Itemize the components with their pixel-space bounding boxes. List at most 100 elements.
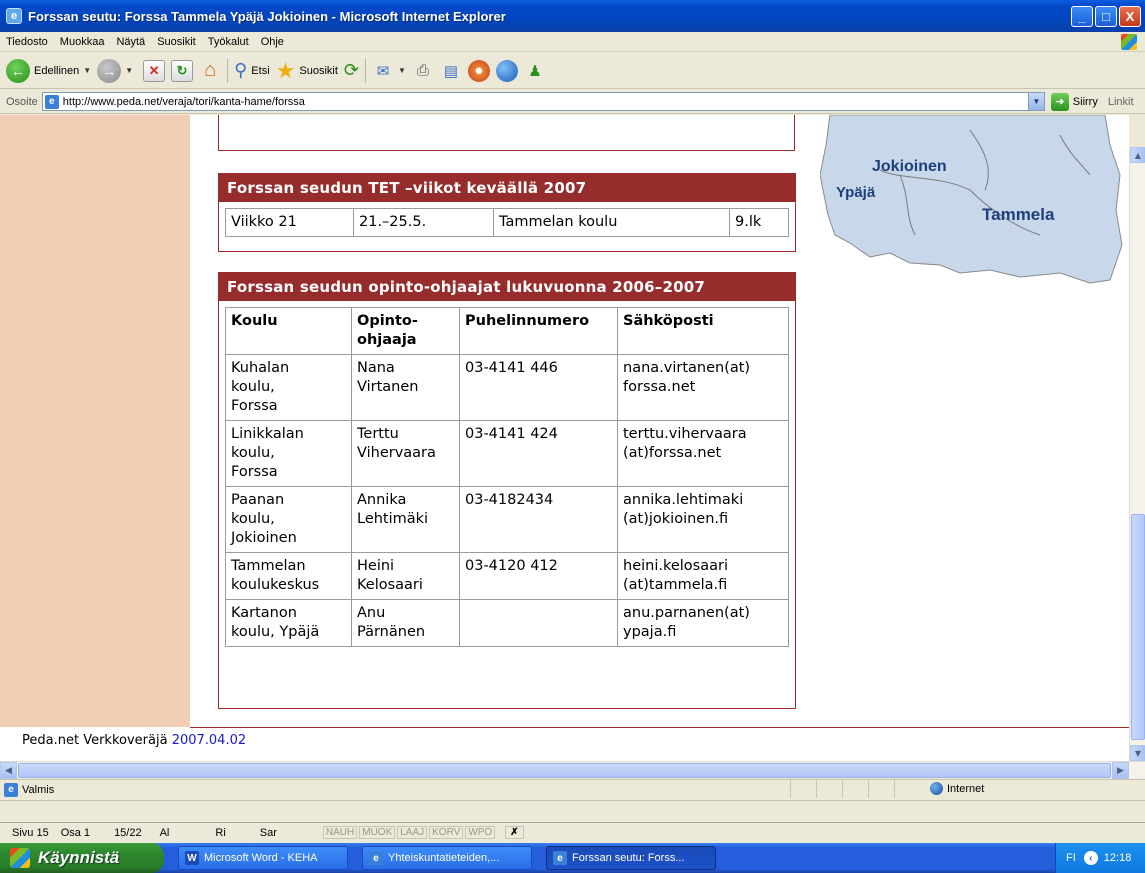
mode-rec[interactable]: NAUH bbox=[322, 826, 358, 839]
home-button[interactable]: ⌂ bbox=[199, 59, 221, 82]
mail-button[interactable]: ✉ ▼ bbox=[372, 60, 406, 82]
taskbar-item-ie[interactable]: e Yhteiskuntatieteiden,... bbox=[362, 846, 532, 870]
table-row: Kartanon koulu, Ypäjä Anu Pärnänen anu.p… bbox=[225, 599, 789, 647]
links-button[interactable]: Linkit bbox=[1108, 96, 1134, 108]
spelling-icon[interactable]: ✗ bbox=[505, 826, 524, 839]
region-map: Jokioinen Ypäjä Tammela bbox=[820, 115, 1123, 284]
map-label-ypaja: Ypäjä bbox=[836, 184, 876, 201]
mode-trk[interactable]: MUOK bbox=[359, 826, 396, 839]
table-row: Tammelan koulukeskus Heini Kelosaari 03-… bbox=[225, 552, 789, 600]
chevron-down-icon[interactable]: ▼ bbox=[398, 66, 406, 75]
favorites-label: Suosikit bbox=[299, 64, 338, 77]
footer-date-link[interactable]: 2007.04.02 bbox=[172, 733, 246, 748]
vertical-scrollbar[interactable]: ▲ ▼ bbox=[1129, 147, 1145, 761]
table-cell: Tammelan koulukeskus bbox=[225, 552, 352, 600]
chevron-down-icon[interactable]: ▼ bbox=[83, 66, 91, 75]
scroll-right-icon[interactable]: ▶ bbox=[1112, 762, 1129, 779]
stop-icon: ✕ bbox=[143, 59, 166, 82]
chevron-left-icon[interactable]: ‹ bbox=[1083, 851, 1098, 865]
word-icon: W bbox=[185, 851, 199, 865]
maximize-button[interactable]: □ bbox=[1095, 5, 1117, 27]
print-button[interactable]: ⎙ bbox=[412, 60, 434, 82]
history-button[interactable]: ⟳ bbox=[344, 60, 359, 81]
menu-help[interactable]: Ohje bbox=[255, 36, 290, 48]
menu-tools[interactable]: Työkalut bbox=[202, 36, 255, 48]
tet-box: Forssan seudun TET –viikot keväällä 2007… bbox=[218, 173, 796, 252]
mode-ovr[interactable]: KORV bbox=[429, 826, 464, 839]
page-icon: e bbox=[4, 782, 18, 797]
scroll-left-icon[interactable]: ◀ bbox=[0, 762, 17, 779]
mode-wpo[interactable]: WPO bbox=[465, 826, 496, 839]
table-cell: Nana Virtanen bbox=[351, 354, 460, 421]
stop-button[interactable]: ✕ bbox=[143, 59, 166, 82]
back-label: Edellinen bbox=[34, 64, 80, 77]
table-cell: annika.lehtimaki (at)jokioinen.fi bbox=[617, 486, 789, 553]
people-icon: ♟ bbox=[528, 62, 542, 80]
word-at: Al bbox=[159, 826, 170, 839]
go-button[interactable]: ➜ Siirry bbox=[1050, 92, 1098, 111]
counselor-box: Forssan seudun opinto-ohjaajat lukuvuonn… bbox=[218, 272, 796, 709]
table-header-row: Koulu Opinto- ohjaaja Puhelinnumero Sähk… bbox=[225, 307, 789, 355]
back-button[interactable]: ← Edellinen ▼ bbox=[6, 58, 91, 83]
home-icon: ⌂ bbox=[204, 59, 217, 81]
scroll-down-icon[interactable]: ▼ bbox=[1130, 745, 1145, 761]
word-section: Osa 1 bbox=[60, 826, 91, 839]
back-icon: ← bbox=[6, 58, 30, 83]
close-button[interactable]: X bbox=[1119, 5, 1141, 27]
refresh-button[interactable]: ↻ bbox=[171, 59, 194, 82]
title-bar[interactable]: e Forssan seutu: Forssa Tammela Ypäjä Jo… bbox=[0, 0, 1145, 32]
chevron-down-icon[interactable]: ▼ bbox=[125, 66, 133, 75]
menu-favorites[interactable]: Suosikit bbox=[151, 36, 202, 48]
left-sidebar bbox=[0, 115, 190, 727]
table-cell: 03-4141 424 bbox=[459, 420, 618, 487]
column-header: Koulu bbox=[225, 307, 352, 355]
favorites-icon: ★ bbox=[275, 57, 296, 83]
map-label-tammela: Tammela bbox=[982, 205, 1055, 224]
refresh-icon: ↻ bbox=[171, 59, 194, 82]
taskbar: Käynnistä W Microsoft Word - KEHA e Yhte… bbox=[0, 843, 1145, 873]
scroll-thumb[interactable] bbox=[1131, 514, 1145, 740]
table-cell: 9.lk bbox=[729, 208, 789, 237]
counselor-table: Koulu Opinto- ohjaaja Puhelinnumero Sähk… bbox=[225, 307, 789, 647]
divider bbox=[794, 115, 795, 151]
toolbar-divider bbox=[227, 58, 229, 83]
footer-divider bbox=[190, 727, 1129, 728]
messenger-button[interactable]: ● bbox=[467, 59, 490, 82]
divider bbox=[218, 115, 219, 151]
chevron-down-icon[interactable]: ▼ bbox=[1027, 93, 1044, 110]
table-cell: 03-4182434 bbox=[459, 486, 618, 553]
menu-view[interactable]: Näytä bbox=[110, 36, 151, 48]
people-button[interactable]: ♟ bbox=[524, 60, 546, 82]
tet-title: Forssan seudun TET –viikot keväällä 2007 bbox=[219, 174, 795, 202]
mode-ext[interactable]: LAAJ bbox=[397, 826, 428, 839]
table-cell: Paanan koulu, Jokioinen bbox=[225, 486, 352, 553]
mail-icon: ✉ bbox=[376, 62, 390, 80]
security-zone[interactable]: Internet bbox=[930, 782, 984, 795]
search-button[interactable]: ⚲ Etsi bbox=[234, 60, 270, 81]
taskbar-item-ie-active[interactable]: e Forssan seutu: Forss... bbox=[546, 846, 716, 870]
scroll-thumb[interactable] bbox=[18, 763, 1111, 778]
start-button[interactable]: Käynnistä bbox=[0, 843, 164, 873]
address-input[interactable]: e http://www.peda.net/veraja/tori/kanta-… bbox=[41, 92, 1045, 111]
search-icon: ⚲ bbox=[234, 60, 248, 80]
scroll-up-icon[interactable]: ▲ bbox=[1130, 147, 1145, 163]
menu-file[interactable]: Tiedosto bbox=[0, 36, 54, 48]
menu-edit[interactable]: Muokkaa bbox=[54, 36, 111, 48]
word-page: Sivu 15 bbox=[12, 826, 49, 839]
forward-button[interactable]: → ▼ bbox=[97, 58, 133, 83]
taskbar-item-word[interactable]: W Microsoft Word - KEHA bbox=[178, 846, 348, 870]
table-cell: Viikko 21 bbox=[225, 208, 354, 237]
column-header: Sähköposti bbox=[617, 307, 789, 355]
messenger-icon: ● bbox=[467, 59, 490, 82]
language-indicator[interactable]: FI bbox=[1066, 852, 1076, 864]
go-label: Siirry bbox=[1072, 95, 1098, 108]
minimize-button[interactable]: _ bbox=[1071, 5, 1093, 27]
globe-button[interactable] bbox=[495, 59, 518, 82]
horizontal-scrollbar[interactable]: ◀ ▶ bbox=[0, 761, 1145, 779]
clock[interactable]: 12:18 bbox=[1104, 852, 1132, 864]
zone-label: Internet bbox=[947, 782, 985, 795]
table-cell: Kuhalan koulu, Forssa bbox=[225, 354, 352, 421]
address-url[interactable]: http://www.peda.net/veraja/tori/kanta-ha… bbox=[63, 96, 1028, 108]
edit-button[interactable]: ▤ bbox=[440, 60, 462, 82]
favorites-button[interactable]: ★ Suosikit bbox=[276, 58, 338, 84]
